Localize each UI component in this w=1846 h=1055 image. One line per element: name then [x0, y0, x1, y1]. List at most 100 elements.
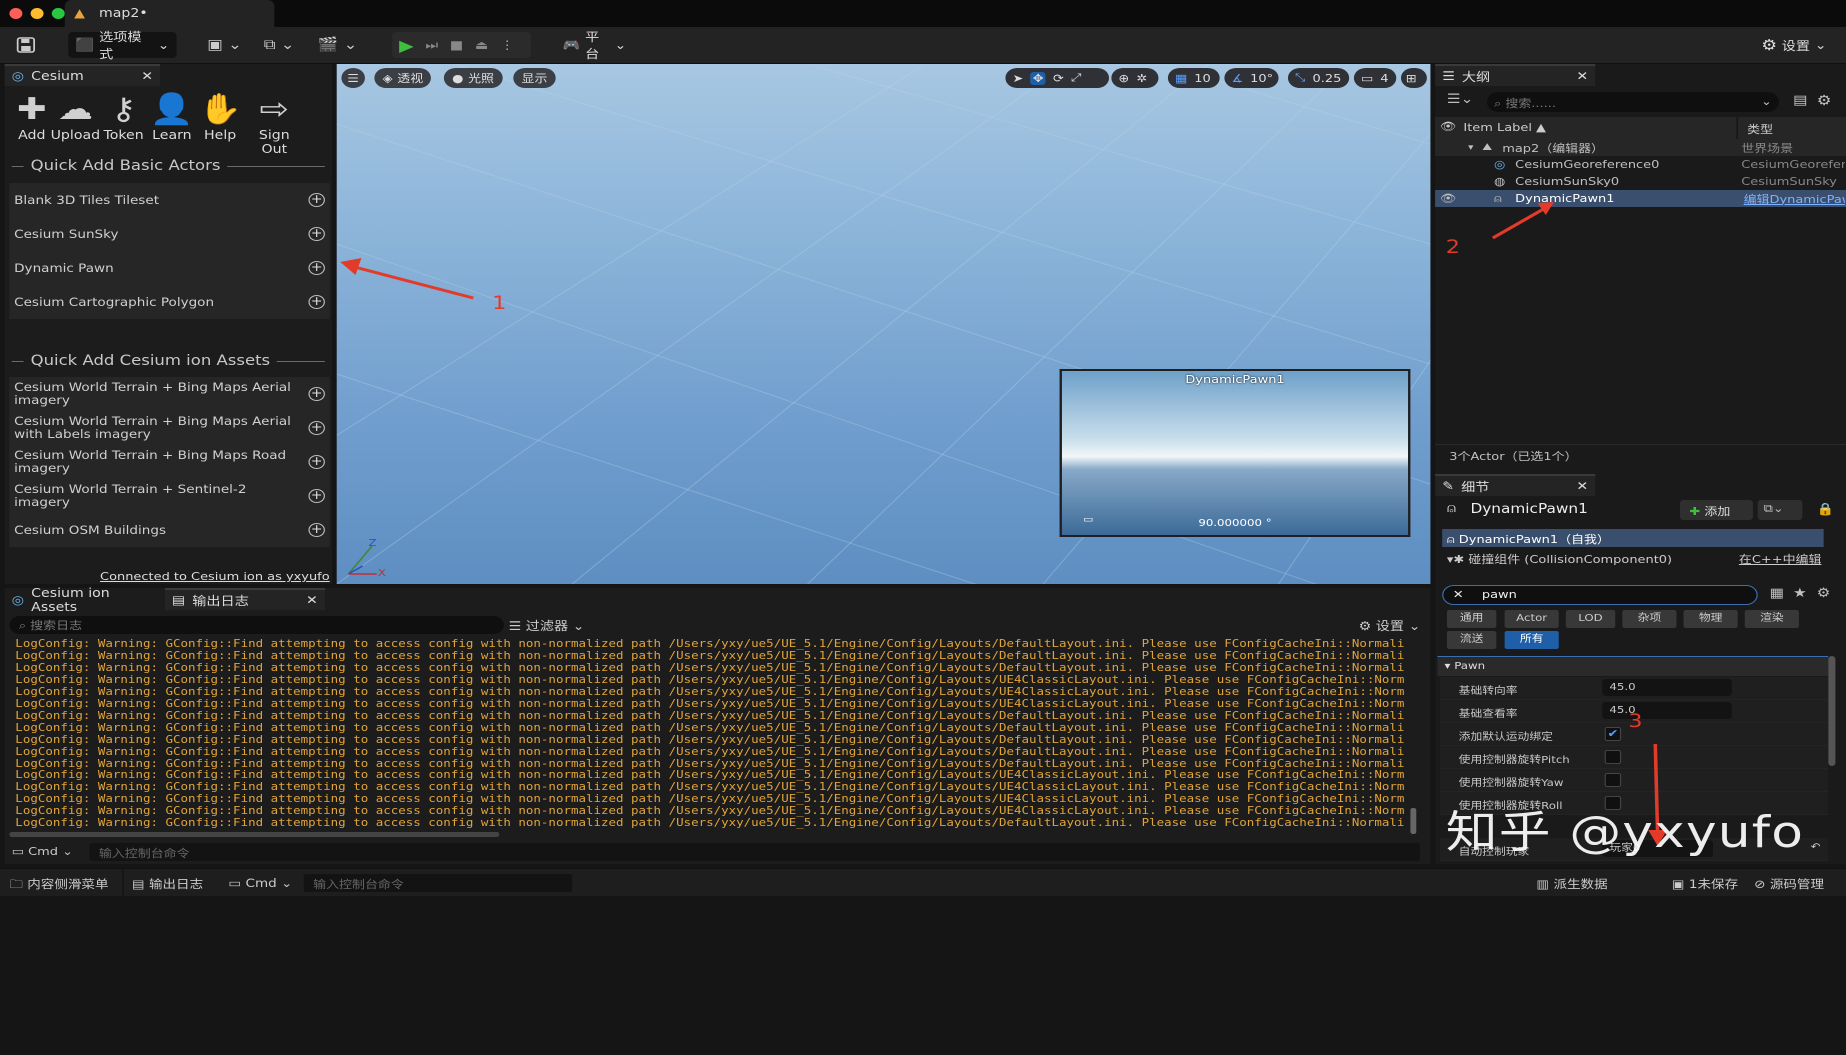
checkbox-checked[interactable]: ✔ — [1604, 727, 1622, 741]
outliner-row[interactable]: ◎ CesiumGeoreference0 CesiumGeoreference — [1435, 156, 1846, 173]
close-icon[interactable]: ✕ — [1576, 69, 1588, 83]
filter-tab-streaming[interactable]: 流送 — [1446, 631, 1497, 649]
rotation-snap-button[interactable]: ∡ 10° — [1224, 68, 1279, 88]
outliner-row[interactable]: ▾ ⛰ map2（编辑器） 世界场景 — [1435, 139, 1846, 156]
filter-tab-all[interactable]: 所有 — [1504, 631, 1559, 649]
connected-status[interactable]: Connected to Cesium ion as yxyufo — [100, 570, 330, 583]
add-circle-icon[interactable]: + — [308, 455, 325, 469]
log-vertical-scrollbar[interactable] — [1410, 808, 1417, 834]
content-drawer-button[interactable]: 🗀 内容侧滑菜单 — [9, 876, 108, 896]
close-icon[interactable]: ✕ — [141, 69, 153, 83]
log-text[interactable]: LogConfig: Warning: GConfig::Find attemp… — [15, 639, 1404, 829]
maximize-window-button[interactable] — [51, 8, 65, 19]
settings-button[interactable]: ⚙ 设置 ⌄ — [1754, 32, 1839, 58]
level-viewport[interactable]: ☰ ◈ 透视 ● 光照 显示 ➤ ✥ ⟳ ⤢ ⊕ ✲ ▦ 10 ∡ 10° ⤡ 0.25 ▭… — [336, 64, 1431, 584]
save-icon[interactable] — [16, 34, 36, 56]
console-command-input[interactable]: 输入控制台命令 — [89, 843, 1420, 861]
maximize-viewport-button[interactable]: ⊞ — [1400, 68, 1427, 88]
edit-blueprint-link[interactable]: 编辑DynamicPawn — [1744, 191, 1845, 207]
log-search-input[interactable]: ⌕ 搜索日志 — [9, 616, 504, 634]
close-window-button[interactable] — [9, 8, 23, 19]
blueprint-options-button[interactable]: ⧉⌄ — [1757, 500, 1803, 520]
log-horizontal-scrollbar[interactable] — [9, 832, 500, 837]
filter-button[interactable]: ☰ 过滤器 ⌄ — [509, 617, 585, 634]
property-value-input[interactable]: 45.0 — [1602, 702, 1732, 719]
add-component-button[interactable]: ✚ 添加 — [1680, 500, 1753, 520]
stop-icon[interactable]: ■ — [450, 38, 463, 52]
cesium-upload-button[interactable]: ☁ Upload — [48, 92, 102, 142]
select-arrow-icon[interactable]: ➤ — [1012, 72, 1023, 85]
cinematics-icon[interactable]: 🎬 ⌄ — [318, 34, 358, 56]
tab-outliner[interactable]: ☰ 大纲 ✕ — [1435, 64, 1596, 86]
derived-data-button[interactable]: ▥ 派生数据 — [1536, 876, 1607, 892]
globe-icon[interactable]: ⊕ — [1118, 72, 1129, 85]
filter-tab-physics[interactable]: 物理 — [1683, 610, 1738, 628]
filter-tab-rendering[interactable]: 渲染 — [1744, 610, 1799, 628]
checkbox[interactable] — [1604, 750, 1622, 764]
step-icon[interactable]: ⏭ — [425, 38, 438, 53]
reset-icon[interactable]: ↶ — [1811, 842, 1821, 853]
column-type[interactable]: 类型 — [1747, 121, 1773, 137]
unsaved-button[interactable]: ▣ 1未保存 — [1672, 876, 1738, 892]
clear-search-icon[interactable]: ✕ — [1453, 588, 1464, 601]
outliner-row[interactable]: ◍ CesiumSunSky0 CesiumSunSky — [1435, 173, 1846, 190]
tab-cesium[interactable]: ◎ Cesium ✕ — [4, 64, 161, 86]
add-circle-icon[interactable]: + — [308, 421, 325, 435]
viewport-menu-button[interactable]: ☰ — [341, 68, 365, 88]
list-item[interactable]: Cesium World Terrain + Bing Maps Aerial … — [9, 377, 329, 411]
add-circle-icon[interactable]: + — [308, 261, 325, 275]
gear-icon[interactable]: ⚙ — [1817, 586, 1831, 601]
component-row[interactable]: ▾✱ 碰撞组件 (CollisionComponent0) 在C++中编辑 — [1442, 549, 1823, 567]
cmd-dropdown[interactable]: ▭ Cmd ⌄ — [12, 845, 73, 858]
component-self-row[interactable]: ⍝ DynamicPawn1（自我） — [1442, 529, 1824, 547]
list-item[interactable]: Dynamic Pawn + — [9, 251, 329, 285]
filter-tab-actor[interactable]: Actor — [1504, 610, 1559, 628]
expand-arrow-icon[interactable]: ▾ — [1468, 143, 1473, 153]
scale-icon[interactable]: ⤢ — [1071, 71, 1081, 85]
play-icon[interactable]: ▶ — [399, 36, 413, 55]
close-icon[interactable]: ✕ — [306, 593, 318, 607]
details-scrollbar[interactable] — [1828, 656, 1836, 766]
cesium-signout-button[interactable]: ⇨ Sign Out — [245, 92, 304, 156]
blueprint-icon[interactable]: ⧉ ⌄ — [264, 34, 295, 56]
details-search-input[interactable]: ✕ pawn — [1442, 585, 1758, 605]
checkbox[interactable] — [1604, 773, 1622, 787]
list-item[interactable]: Blank 3D Tiles Tileset + — [9, 183, 329, 217]
list-item[interactable]: Cesium World Terrain + Sentinel-2 imager… — [9, 479, 329, 513]
list-item[interactable]: Cesium Cartographic Polygon + — [9, 285, 329, 319]
source-control-button[interactable]: ⊘ 源码管理 — [1754, 876, 1824, 892]
column-item-label[interactable]: Item Label ▲ — [1463, 121, 1546, 134]
tab-output-log[interactable]: ▤ 输出日志 ✕ — [164, 588, 325, 610]
eye-icon[interactable]: 👁 — [1440, 120, 1456, 133]
tab-details[interactable]: ✎ 细节 ✕ — [1435, 474, 1596, 496]
surface-snap-icon[interactable]: ✲ — [1136, 72, 1147, 85]
show-button[interactable]: 显示 — [513, 68, 556, 88]
cesium-token-button[interactable]: ⚷ Token — [97, 92, 151, 142]
add-circle-icon[interactable]: + — [308, 193, 325, 207]
mode-select-button[interactable]: ⬛ 选项模式 ⌄ — [68, 30, 177, 61]
lock-icon[interactable]: 🔒 — [1817, 502, 1835, 516]
outliner-search-input[interactable]: ⌕ 搜索...... ⌄ — [1486, 92, 1779, 112]
perspective-button[interactable]: ◈ 透视 — [374, 68, 432, 88]
filter-tab-misc[interactable]: 杂项 — [1622, 610, 1677, 628]
add-circle-icon[interactable]: + — [308, 295, 325, 309]
chevron-down-icon[interactable]: ⌄ — [1761, 95, 1772, 108]
more-options-icon[interactable]: ⋮ — [500, 38, 514, 52]
platform-button[interactable]: 🎮 平台 ⌄ — [556, 30, 634, 61]
section-pawn-header[interactable]: ▾ Pawn — [1437, 656, 1829, 676]
star-icon[interactable]: ★ — [1793, 586, 1807, 601]
outliner-row-selected[interactable]: 👁 ⍝ DynamicPawn1 编辑DynamicPawn — [1435, 190, 1846, 207]
move-icon[interactable]: ✥ — [1030, 71, 1046, 85]
edit-cpp-link[interactable]: 在C++中编辑 — [1739, 551, 1822, 567]
column-divider[interactable] — [1736, 117, 1738, 139]
list-item[interactable]: Cesium SunSky + — [9, 217, 329, 251]
list-item[interactable]: Cesium World Terrain + Bing Maps Aerial … — [9, 411, 329, 445]
cesium-help-button[interactable]: ✋ Help — [193, 92, 247, 142]
filter-icon[interactable]: ☰⌄ — [1447, 92, 1474, 107]
scale-snap-button[interactable]: ⤡ 0.25 — [1287, 68, 1350, 88]
add-circle-icon[interactable]: + — [308, 387, 325, 401]
add-folder-icon[interactable]: ▤ — [1793, 93, 1807, 108]
grid-snap-button[interactable]: ▦ 10 — [1167, 68, 1220, 88]
rotate-icon[interactable]: ⟳ — [1053, 72, 1064, 85]
eject-icon[interactable]: ⏏ — [475, 38, 488, 52]
